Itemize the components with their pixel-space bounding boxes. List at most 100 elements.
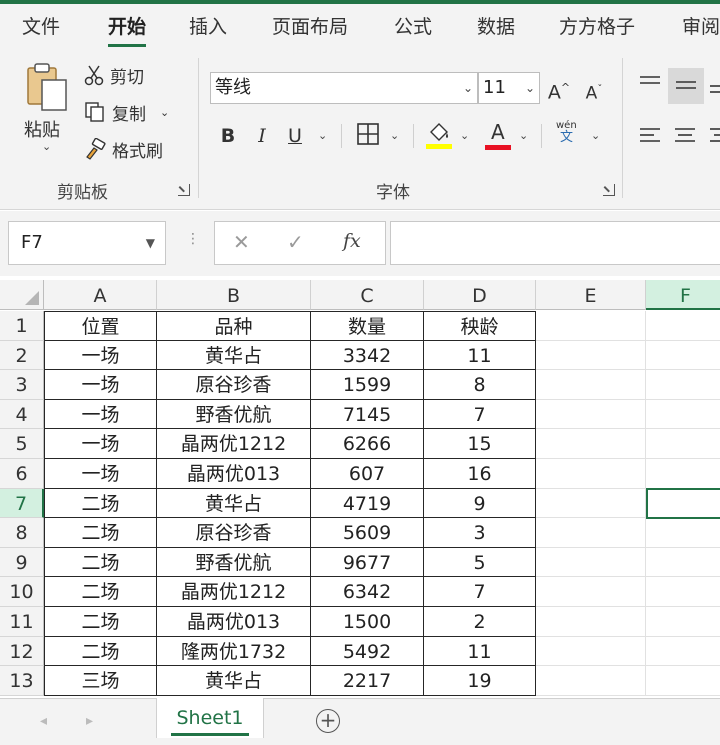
cell-c2[interactable]: 3342 [311, 340, 424, 371]
cell-e13[interactable] [536, 666, 646, 696]
more-options-icon[interactable]: ⋮ [186, 231, 200, 247]
column-header-d[interactable]: D [424, 280, 536, 310]
row-header[interactable]: 13 [0, 666, 44, 696]
cell-c4[interactable]: 7145 [311, 399, 424, 430]
row-header[interactable]: 2 [0, 340, 44, 371]
cell-b2[interactable]: 黄华占 [157, 340, 311, 371]
cell-f9[interactable] [646, 548, 720, 578]
cell-e12[interactable] [536, 636, 646, 667]
align-right-button[interactable] [708, 126, 720, 152]
cell-a3[interactable]: 一场 [44, 370, 157, 400]
cell-c5[interactable]: 6266 [311, 429, 424, 459]
cell-d8[interactable]: 3 [424, 518, 536, 548]
cell-d9[interactable]: 5 [424, 547, 536, 578]
cell-a6[interactable]: 一场 [44, 459, 157, 489]
column-header-e[interactable]: E [536, 280, 646, 310]
cell-e6[interactable] [536, 459, 646, 489]
cell-e2[interactable] [536, 340, 646, 371]
cell-d11[interactable]: 2 [424, 607, 536, 637]
row-header[interactable]: 5 [0, 429, 44, 459]
cell-f4[interactable] [646, 400, 720, 430]
cell-d4[interactable]: 7 [424, 399, 536, 430]
enter-icon[interactable]: ✓ [287, 230, 304, 254]
row-header[interactable]: 12 [0, 636, 44, 667]
cell-a4[interactable]: 一场 [44, 399, 157, 430]
cell-c9[interactable]: 9677 [311, 547, 424, 578]
cell-d13[interactable]: 19 [424, 666, 536, 696]
row-header[interactable]: 10 [0, 577, 44, 607]
cell-e7[interactable] [536, 488, 646, 519]
cell-f6[interactable] [646, 459, 720, 489]
insert-function-icon[interactable]: fx [343, 230, 361, 252]
row-header[interactable]: 8 [0, 518, 44, 548]
cell-c8[interactable]: 5609 [311, 518, 424, 548]
font-launcher-icon[interactable] [603, 184, 615, 196]
cell-c13[interactable]: 2217 [311, 666, 424, 696]
tab-data[interactable]: 数据 [477, 14, 515, 40]
row-header[interactable]: 7 [0, 488, 44, 519]
cell-e4[interactable] [536, 399, 646, 430]
row-header[interactable]: 1 [0, 311, 44, 341]
cell-d6[interactable]: 16 [424, 459, 536, 489]
shrink-font-button[interactable]: Aˇ [582, 76, 606, 104]
cell-f1[interactable] [646, 311, 720, 341]
cell-d12[interactable]: 11 [424, 636, 536, 667]
cell-c10[interactable]: 6342 [311, 577, 424, 607]
cell-a8[interactable]: 二场 [44, 518, 157, 548]
cell-d10[interactable]: 7 [424, 577, 536, 607]
cell-f2[interactable] [646, 341, 720, 371]
column-header-a[interactable]: A [44, 280, 157, 310]
cell-e11[interactable] [536, 607, 646, 637]
row-header[interactable]: 6 [0, 459, 44, 489]
cell-e10[interactable] [536, 577, 646, 607]
cell-e8[interactable] [536, 518, 646, 548]
fill-color-dropdown-icon[interactable]: ⌄ [460, 122, 469, 150]
cell-c12[interactable]: 5492 [311, 636, 424, 667]
align-top-button[interactable] [638, 74, 662, 98]
cell-f10[interactable] [646, 577, 720, 607]
font-name-select[interactable]: 等线 ⌄ [210, 72, 478, 104]
tab-review[interactable]: 审阅 [682, 14, 720, 40]
cell-f11[interactable] [646, 607, 720, 637]
cell-f13[interactable] [646, 666, 720, 696]
cell-b5[interactable]: 晶两优1212 [157, 429, 311, 459]
cell-d2[interactable]: 11 [424, 340, 536, 371]
cell-a1[interactable]: 位置 [44, 311, 157, 341]
grow-font-button[interactable]: A^ [546, 74, 572, 103]
name-box[interactable]: F7 ▼ [8, 221, 166, 265]
tab-formulas[interactable]: 公式 [394, 14, 432, 40]
borders-button[interactable] [355, 122, 381, 150]
worksheet-grid[interactable]: A B C D E F 1 位置 品种 数量 秧龄 2 一场 黄华占 3342 11 3 一场 原谷珍香 1599 8 4… [0, 280, 720, 698]
cell-b1[interactable]: 品种 [157, 311, 311, 341]
cell-a9[interactable]: 二场 [44, 547, 157, 578]
align-left-button[interactable] [638, 126, 662, 152]
cell-d1[interactable]: 秧龄 [424, 311, 536, 341]
font-color-dropdown-icon[interactable]: ⌄ [519, 122, 528, 150]
italic-button[interactable]: I [252, 122, 272, 150]
column-header-b[interactable]: B [157, 280, 311, 310]
borders-dropdown-icon[interactable]: ⌄ [390, 122, 399, 150]
cell-b3[interactable]: 原谷珍香 [157, 370, 311, 400]
cell-e9[interactable] [536, 547, 646, 578]
copy-dropdown-icon[interactable]: ⌄ [160, 106, 169, 119]
cell-f12[interactable] [646, 637, 720, 667]
cell-a7[interactable]: 二场 [44, 488, 157, 519]
row-header[interactable]: 3 [0, 370, 44, 400]
tab-page-layout[interactable]: 页面布局 [272, 14, 348, 40]
cell-e5[interactable] [536, 429, 646, 459]
next-sheet-icon[interactable]: ▸ [86, 713, 93, 729]
cell-b12[interactable]: 隆两优1732 [157, 636, 311, 667]
copy-button[interactable]: 复制 ⌄ [84, 99, 169, 125]
clipboard-launcher-icon[interactable] [178, 184, 190, 196]
cell-a13[interactable]: 三场 [44, 666, 157, 696]
cell-b8[interactable]: 原谷珍香 [157, 518, 311, 548]
cell-f5[interactable] [646, 429, 720, 459]
sheet-tab[interactable]: Sheet1 [156, 698, 264, 738]
phonetic-button[interactable]: wén 文 [554, 120, 584, 152]
cell-c7[interactable]: 4719 [311, 488, 424, 519]
row-header[interactable]: 9 [0, 547, 44, 578]
cell-c1[interactable]: 数量 [311, 311, 424, 341]
tab-home[interactable]: 开始 [108, 14, 147, 47]
paste-dropdown-icon[interactable]: ⌄ [42, 140, 51, 153]
bold-button[interactable]: B [218, 122, 238, 150]
